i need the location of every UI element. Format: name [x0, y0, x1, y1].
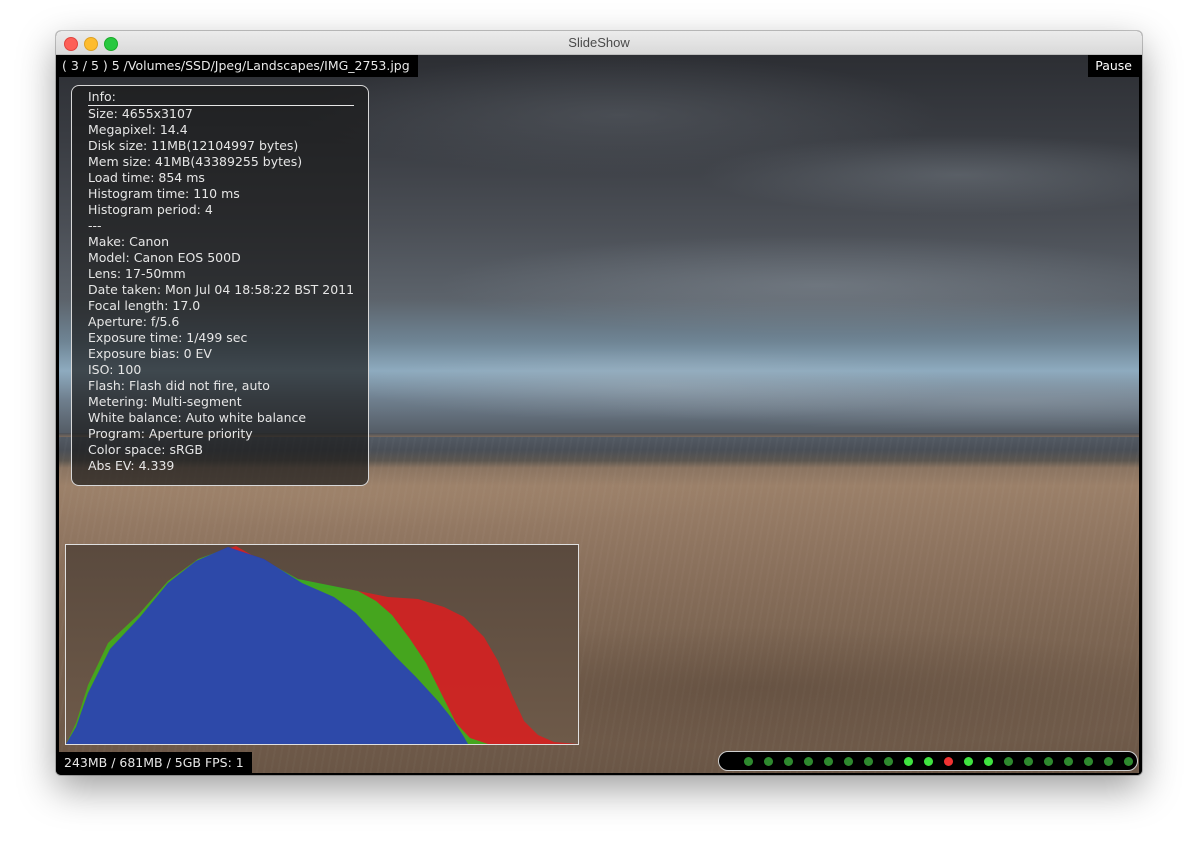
slide-dot[interactable] [764, 757, 773, 766]
slide-dot[interactable] [1064, 757, 1073, 766]
info-line: Color space: sRGB [88, 442, 203, 457]
info-line: Exposure time: 1/499 sec [88, 330, 248, 345]
slide-dot[interactable] [784, 757, 793, 766]
slide-dot[interactable] [804, 757, 813, 766]
slide-dot[interactable] [984, 757, 993, 766]
window-title: SlideShow [568, 35, 630, 50]
info-line: Exposure bias: 0 EV [88, 346, 212, 361]
info-line: Flash: Flash did not fire, auto [88, 378, 270, 393]
info-line: ISO: 100 [88, 362, 142, 377]
info-line: Metering: Multi-segment [88, 394, 242, 409]
info-line: Model: Canon EOS 500D [88, 250, 241, 265]
info-line: Date taken: Mon Jul 04 18:58:22 BST 2011 [88, 282, 355, 297]
histogram-panel [65, 544, 579, 745]
slideshow-window: SlideShow ( 3 / 5 ) 5 /Volumes/SSD/Jpeg/… [56, 31, 1142, 775]
info-line: Lens: 17-50mm [88, 266, 186, 281]
info-line: Disk size: 11MB(12104997 bytes) [88, 138, 299, 153]
slide-dot[interactable] [844, 757, 853, 766]
histogram-chart [66, 545, 578, 744]
info-line: Program: Aperture priority [88, 426, 253, 441]
info-line: White balance: Auto white balance [88, 410, 307, 425]
info-line: Mem size: 41MB(43389255 bytes) [88, 154, 303, 169]
info-line: Histogram time: 110 ms [88, 186, 240, 201]
slide-dot[interactable] [964, 757, 973, 766]
info-line: Make: Canon [88, 234, 169, 249]
info-line: --- [88, 218, 102, 233]
slide-dot[interactable] [1084, 757, 1093, 766]
info-line: Load time: 854 ms [88, 170, 205, 185]
slide-dot[interactable] [1004, 757, 1013, 766]
info-lines: Size: 4655x3107 Megapixel: 14.4 Disk size:… [88, 106, 368, 474]
info-line: Abs EV: 4.339 [88, 458, 175, 473]
slide-dot[interactable] [904, 757, 913, 766]
slide-progress-bar[interactable] [718, 751, 1138, 771]
slide-dot[interactable] [1104, 757, 1113, 766]
slide-dot[interactable] [1044, 757, 1053, 766]
slide-dot[interactable] [744, 757, 753, 766]
slideshow-canvas[interactable]: ( 3 / 5 ) 5 /Volumes/SSD/Jpeg/Landscapes… [56, 55, 1142, 775]
info-panel: Info: Size: 4655x3107 Megapixel: 14.4 Disk… [71, 85, 369, 486]
info-line: Histogram period: 4 [88, 202, 213, 217]
slide-dot[interactable] [884, 757, 893, 766]
title-bar: SlideShow [56, 31, 1142, 55]
slide-dot[interactable] [824, 757, 833, 766]
memory-fps-status: 243MB / 681MB / 5GB FPS: 1 [56, 752, 252, 774]
pause-button[interactable]: Pause [1088, 55, 1139, 77]
info-panel-title: Info: [88, 89, 354, 106]
slide-dot[interactable] [1124, 757, 1133, 766]
slide-dot[interactable] [864, 757, 873, 766]
slide-dot[interactable] [1024, 757, 1033, 766]
info-line: Focal length: 17.0 [88, 298, 201, 313]
info-line: Size: 4655x3107 [88, 106, 193, 121]
slide-dot[interactable] [924, 757, 933, 766]
slide-dot[interactable] [944, 757, 953, 766]
info-line: Aperture: f/5.6 [88, 314, 180, 329]
info-line: Megapixel: 14.4 [88, 122, 188, 137]
image-path-label: ( 3 / 5 ) 5 /Volumes/SSD/Jpeg/Landscapes… [56, 55, 418, 77]
